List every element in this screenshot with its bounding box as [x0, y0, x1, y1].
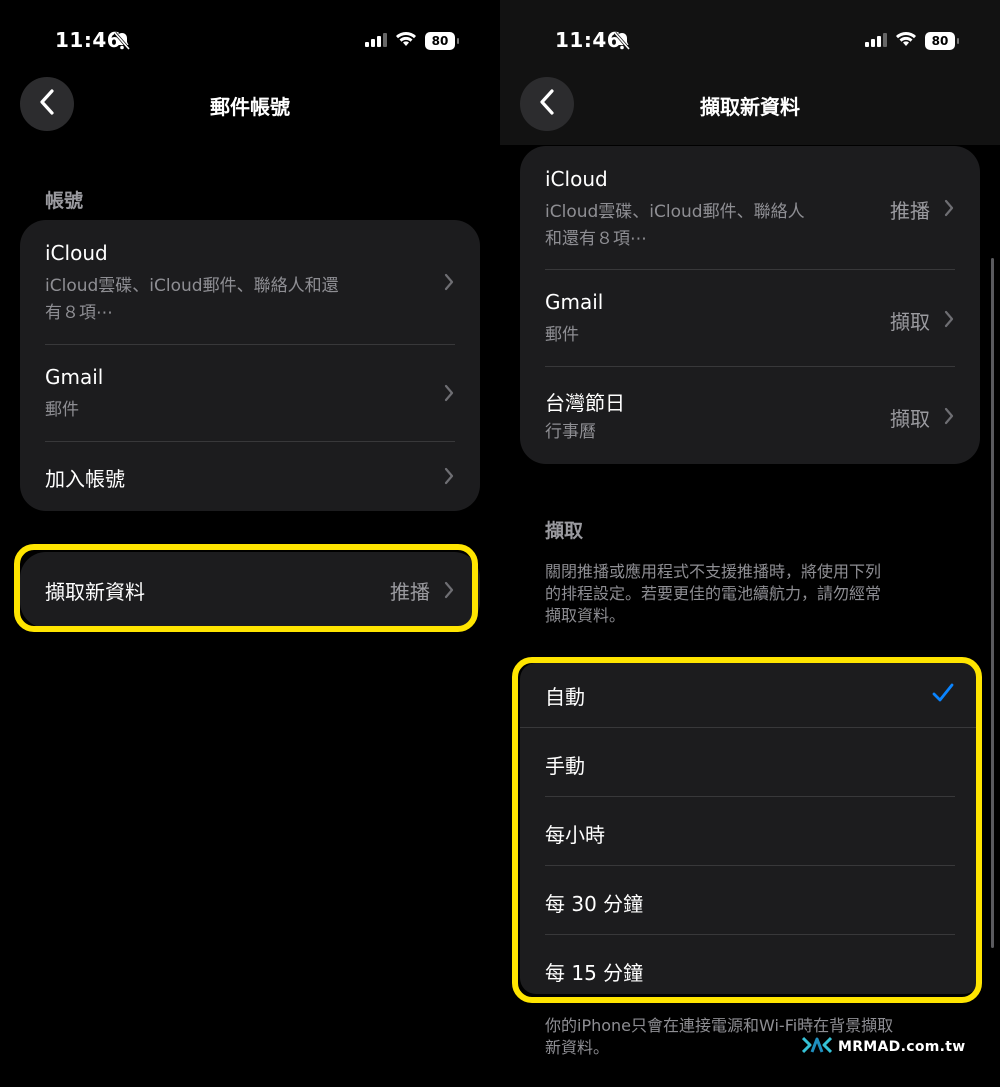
account-fetch-mode: 擷取 [890, 310, 930, 334]
add-account-label: 加入帳號 [45, 467, 125, 491]
fetch-section-label: 擷取 [545, 520, 584, 542]
account-subtitle-line2: 有８項⋯ [45, 303, 113, 323]
navigation-bar-background [500, 0, 1000, 145]
bell-slash-icon [113, 32, 131, 54]
account-row-gmail[interactable]: Gmail 郵件 [20, 345, 480, 441]
fetch-description-line: 擷取資料。 [545, 606, 626, 625]
status-time: 11:46 [555, 28, 622, 52]
page-title: 擷取新資料 [700, 95, 800, 119]
accounts-section-label: 帳號 [45, 190, 84, 212]
cellular-signal-icon [865, 32, 887, 51]
add-account-row[interactable]: 加入帳號 [20, 442, 480, 511]
wifi-icon [395, 31, 417, 51]
account-subtitle: 行事曆 [545, 422, 596, 442]
account-title: Gmail [45, 365, 104, 389]
fetch-description-line: 的排程設定。若要更佳的電池續航力，請勿經常 [545, 584, 882, 603]
account-subtitle-line1: iCloud雲碟、iCloud郵件、聯絡人 [545, 202, 805, 222]
cellular-signal-icon [365, 32, 387, 51]
scrollbar[interactable] [991, 258, 994, 948]
chevron-right-icon [944, 407, 954, 429]
account-row-gmail[interactable]: Gmail 郵件 擷取 [520, 270, 980, 366]
accounts-group: iCloud iCloud雲碟、iCloud郵件、聯絡人 和還有８項⋯ 推播 G… [520, 146, 980, 464]
account-fetch-mode: 推播 [890, 199, 930, 223]
account-title: 台灣節日 [545, 391, 625, 415]
wifi-icon [895, 31, 917, 51]
watermark-text: MRMAD.com.tw [838, 1039, 966, 1055]
accounts-group: iCloud iCloud雲碟、iCloud郵件、聯絡人和還 有８項⋯ Gmai… [20, 220, 480, 511]
account-row-taiwan-holidays[interactable]: 台灣節日 行事曆 擷取 [520, 367, 980, 464]
account-title: iCloud [45, 241, 108, 265]
chevron-right-icon [444, 384, 454, 406]
watermark: MRMAD.com.tw [801, 1036, 966, 1058]
bell-slash-icon [613, 32, 631, 54]
chevron-right-icon [944, 310, 954, 332]
battery-icon: 80 [925, 32, 959, 50]
account-subtitle: 郵件 [45, 400, 79, 420]
fetch-new-data-screen: 11:46 80 擷取新資料 iCloud iCloud雲碟、iCloud郵件、… [500, 0, 1000, 1087]
highlight-frame [512, 657, 982, 1003]
footnote-line: 你的iPhone只會在連接電源和Wi-Fi時在背景擷取 [545, 1016, 894, 1035]
account-fetch-mode: 擷取 [890, 407, 930, 431]
chevron-right-icon [444, 273, 454, 295]
mail-accounts-screen: 11:46 80 郵件帳號 帳號 iCloud iCloud雲碟、iCloud郵… [0, 0, 500, 1087]
account-subtitle-line2: 和還有８項⋯ [545, 229, 647, 249]
account-title: iCloud [545, 167, 608, 191]
status-bar: 11:46 80 [0, 28, 500, 56]
account-row-icloud[interactable]: iCloud iCloud雲碟、iCloud郵件、聯絡人和還 有８項⋯ [20, 220, 480, 344]
chevron-right-icon [944, 199, 954, 221]
account-subtitle: 郵件 [545, 325, 579, 345]
account-row-icloud[interactable]: iCloud iCloud雲碟、iCloud郵件、聯絡人 和還有８項⋯ 推播 [520, 146, 980, 269]
mrmad-logo-icon [801, 1036, 833, 1058]
account-title: Gmail [545, 290, 604, 314]
status-time: 11:46 [55, 28, 122, 52]
chevron-right-icon [444, 467, 454, 489]
fetch-description-line: 關閉推播或應用程式不支援推播時，將使用下列 [545, 562, 882, 581]
account-subtitle-line1: iCloud雲碟、iCloud郵件、聯絡人和還 [45, 276, 339, 296]
fetch-description: 關閉推播或應用程式不支援推播時，將使用下列 的排程設定。若要更佳的電池續航力，請… [545, 561, 965, 627]
battery-icon: 80 [425, 32, 459, 50]
status-bar: 11:46 80 [500, 28, 1000, 56]
page-title: 郵件帳號 [210, 95, 290, 119]
highlight-frame [14, 544, 478, 632]
